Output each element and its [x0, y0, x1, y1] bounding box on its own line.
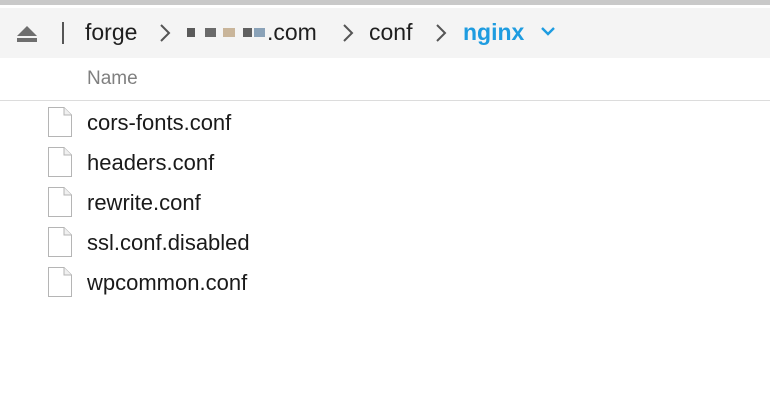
file-icon	[48, 187, 72, 217]
file-name: rewrite.conf	[87, 190, 201, 215]
file-name: cors-fonts.conf	[87, 110, 232, 135]
redacted-block	[254, 28, 265, 37]
redacted-block	[243, 28, 252, 37]
breadcrumb-conf[interactable]: conf	[369, 19, 412, 46]
column-header-name[interactable]: Name	[87, 68, 138, 90]
list-item[interactable]: wpcommon.conf	[0, 263, 770, 303]
list-header: Name	[0, 58, 770, 101]
file-icon	[48, 267, 72, 297]
breadcrumb-forge[interactable]: forge	[85, 19, 137, 46]
file-name: wpcommon.conf	[87, 270, 248, 295]
path-bar-divider	[62, 22, 64, 44]
breadcrumb-domain-suffix: .com	[267, 19, 317, 45]
window-top-border	[0, 0, 770, 5]
redacted-block	[223, 28, 235, 37]
chevron-right-icon	[436, 24, 447, 42]
list-item[interactable]: ssl.conf.disabled	[0, 223, 770, 263]
chevron-right-icon	[160, 24, 171, 42]
file-icon	[48, 227, 72, 257]
file-name: headers.conf	[87, 150, 215, 175]
redacted-block	[187, 28, 195, 37]
eject-icon[interactable]	[16, 25, 38, 43]
list-item[interactable]: headers.conf	[0, 143, 770, 183]
chevron-right-icon	[343, 24, 354, 42]
redacted-block	[205, 28, 216, 37]
file-icon	[48, 147, 72, 177]
list-item[interactable]: rewrite.conf	[0, 183, 770, 223]
file-name: ssl.conf.disabled	[87, 230, 250, 255]
chevron-down-icon[interactable]	[541, 26, 555, 36]
path-bar: forge .com conf nginx	[0, 8, 770, 58]
file-icon	[48, 107, 72, 137]
breadcrumb-nginx[interactable]: nginx	[463, 19, 524, 46]
list-item[interactable]: cors-fonts.conf	[0, 103, 770, 143]
